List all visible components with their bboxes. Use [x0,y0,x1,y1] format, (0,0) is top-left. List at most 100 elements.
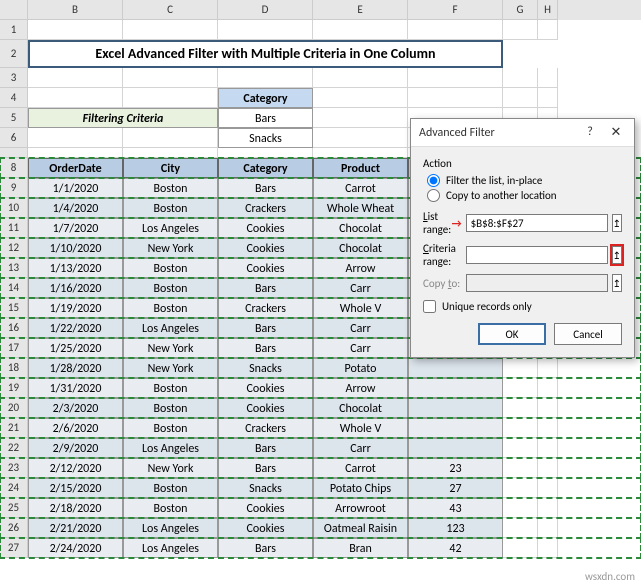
col-header-G[interactable]: G [503,0,538,20]
radio-copy-location[interactable]: Copy to another location [427,189,622,202]
table-cell[interactable]: Bran [313,538,408,558]
dialog-titlebar[interactable]: Advanced Filter ? ✕ [411,119,634,147]
table-cell[interactable]: Boston [123,298,218,318]
row-header-18[interactable]: 18 [0,358,28,378]
row-header-5[interactable]: 5 [0,108,28,128]
table-cell[interactable]: Bars [218,338,313,358]
table-cell[interactable]: Cookies [218,218,313,238]
table-cell[interactable]: Whole V [313,418,408,438]
table-cell[interactable]: New York [123,458,218,478]
table-cell[interactable]: Chocolat [313,218,408,238]
table-cell[interactable]: Cookies [218,518,313,538]
row-header-11[interactable]: 11 [0,218,28,238]
table-cell[interactable]: 27 [408,478,503,498]
row-header-13[interactable]: 13 [0,258,28,278]
row-header-27[interactable]: 27 [0,538,28,558]
table-cell[interactable]: 1/13/2020 [28,258,123,278]
row-header-25[interactable]: 25 [0,498,28,518]
criteria-range-input[interactable] [466,246,608,264]
table-cell[interactable]: Boston [123,418,218,438]
table-cell[interactable]: Los Angeles [123,438,218,458]
table-cell[interactable]: 23 [408,458,503,478]
table-cell[interactable]: Chocolat [313,238,408,258]
col-header-F[interactable]: F [408,0,503,20]
table-cell[interactable]: Bars [218,178,313,198]
table-cell[interactable]: Chocolat [313,398,408,418]
list-range-collapse-button[interactable]: ↥ [612,214,622,232]
row-header-21[interactable]: 21 [0,418,28,438]
table-cell[interactable]: Los Angeles [123,518,218,538]
table-cell[interactable] [408,358,503,378]
table-cell[interactable]: 2/15/2020 [28,478,123,498]
select-all-corner[interactable] [0,0,28,20]
table-cell[interactable]: Carr [313,278,408,298]
row-header-26[interactable]: 26 [0,518,28,538]
col-product[interactable]: Product [313,158,408,178]
row-header-10[interactable]: 10 [0,198,28,218]
table-cell[interactable]: Cookies [218,378,313,398]
row-header-4[interactable]: 4 [0,88,28,108]
table-cell[interactable]: Carr [313,318,408,338]
table-cell[interactable] [408,418,503,438]
table-cell[interactable]: Snacks [218,478,313,498]
row-header-17[interactable]: 17 [0,338,28,358]
table-cell[interactable]: Boston [123,278,218,298]
table-cell[interactable]: Whole Wheat [313,198,408,218]
table-cell[interactable]: 2/21/2020 [28,518,123,538]
table-cell[interactable]: Boston [123,498,218,518]
table-cell[interactable]: 1/28/2020 [28,358,123,378]
radio-filter-inplace-input[interactable] [427,174,440,187]
table-cell[interactable] [408,398,503,418]
radio-copy-location-input[interactable] [427,189,440,202]
table-cell[interactable]: 1/10/2020 [28,238,123,258]
table-cell[interactable]: Boston [123,478,218,498]
table-cell[interactable]: 1/4/2020 [28,198,123,218]
row-header-14[interactable]: 14 [0,278,28,298]
table-cell[interactable]: Bars [218,538,313,558]
table-cell[interactable]: 2/24/2020 [28,538,123,558]
table-cell[interactable]: Oatmeal Raisin [313,518,408,538]
table-cell[interactable]: Whole V [313,298,408,318]
table-cell[interactable]: 1/19/2020 [28,298,123,318]
table-cell[interactable]: Boston [123,178,218,198]
table-cell[interactable]: Los Angeles [123,218,218,238]
unique-records-input[interactable] [423,300,436,313]
table-cell[interactable]: Boston [123,198,218,218]
table-cell[interactable]: 1/31/2020 [28,378,123,398]
col-orderdate[interactable]: OrderDate [28,158,123,178]
table-cell[interactable]: Arrow [313,378,408,398]
help-button[interactable]: ? [580,125,600,140]
table-cell[interactable]: Crackers [218,298,313,318]
table-cell[interactable]: 1/1/2020 [28,178,123,198]
criteria-value-1[interactable]: Bars [218,108,313,128]
table-cell[interactable]: Arrow [313,258,408,278]
table-cell[interactable]: Potato Chips [313,478,408,498]
row-header-9[interactable]: 9 [0,178,28,198]
table-cell[interactable]: 1/25/2020 [28,338,123,358]
table-cell[interactable]: New York [123,358,218,378]
close-button[interactable]: ✕ [606,125,626,140]
ok-button[interactable]: OK [478,323,546,345]
row-header-1[interactable]: 1 [0,20,28,40]
row-header-12[interactable]: 12 [0,238,28,258]
criteria-value-2[interactable]: Snacks [218,128,313,148]
list-range-input[interactable] [466,214,608,232]
table-cell[interactable]: 43 [408,498,503,518]
row-header-6[interactable]: 6 [0,128,28,148]
table-cell[interactable]: 123 [408,518,503,538]
table-cell[interactable]: Cookies [218,398,313,418]
copy-to-collapse-button[interactable]: ↥ [612,274,622,292]
col-header-H[interactable]: H [538,0,558,20]
table-cell[interactable]: New York [123,238,218,258]
table-cell[interactable]: Los Angeles [123,538,218,558]
col-header-E[interactable]: E [313,0,408,20]
table-cell[interactable]: 1/7/2020 [28,218,123,238]
row-header-16[interactable]: 16 [0,318,28,338]
radio-filter-inplace[interactable]: Filter the list, in-place [427,174,622,187]
table-cell[interactable]: 2/12/2020 [28,458,123,478]
table-cell[interactable]: 42 [408,538,503,558]
row-header-19[interactable]: 19 [0,378,28,398]
table-cell[interactable]: Crackers [218,418,313,438]
table-cell[interactable]: Cookies [218,498,313,518]
col-header-C[interactable]: C [123,0,218,20]
